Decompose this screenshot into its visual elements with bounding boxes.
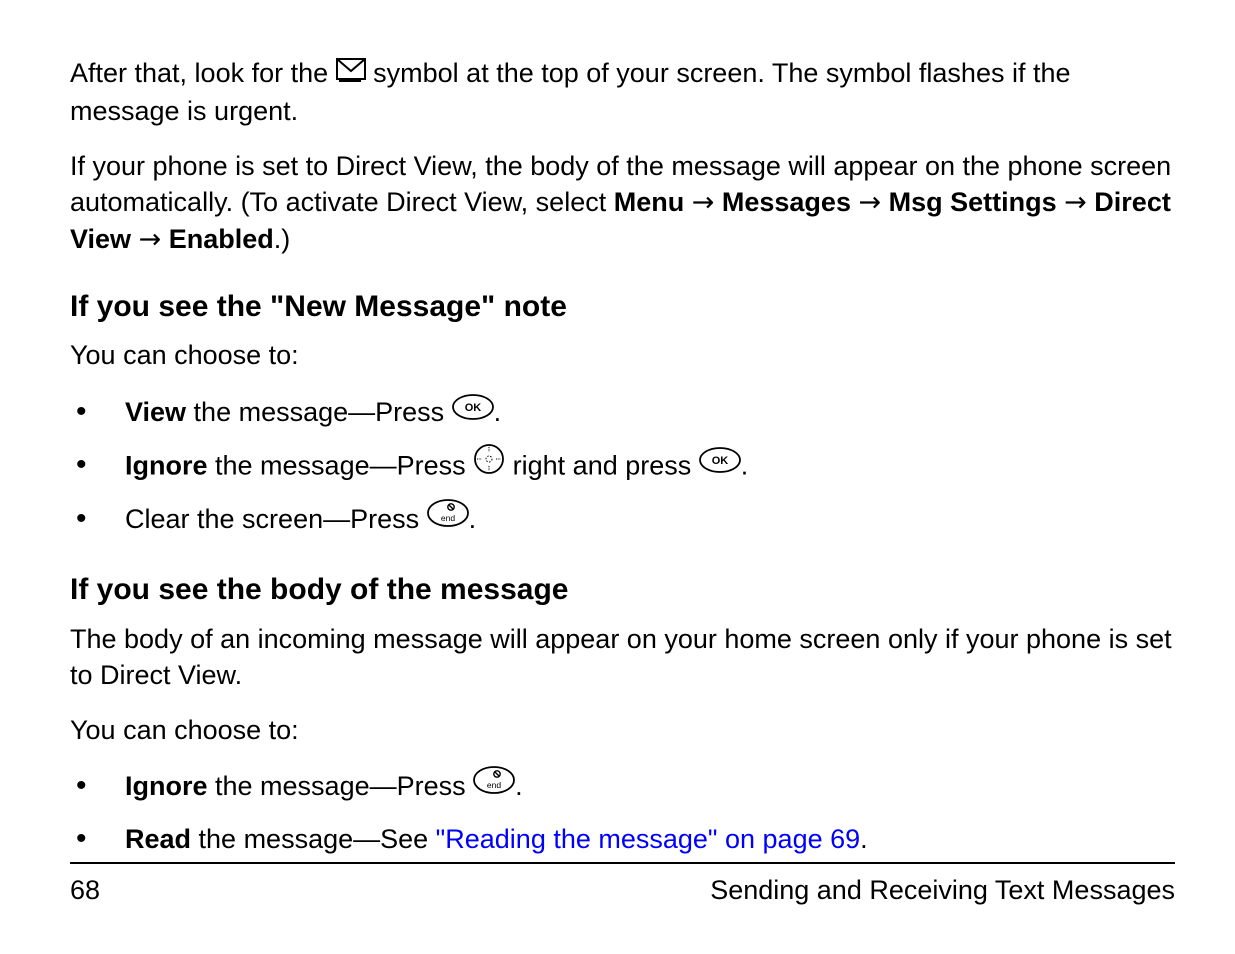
text: the message—Press xyxy=(208,450,474,480)
bullet-clear-screen: Clear the screen—Press end . xyxy=(70,499,1175,542)
svg-text:end: end xyxy=(487,780,501,790)
link-reading-the-message[interactable]: "Reading the message" on page 69 xyxy=(436,824,860,854)
section-title: Sending and Receiving Text Messages xyxy=(710,872,1175,908)
arrow-icon: → xyxy=(1064,185,1087,221)
lead-choose-a: You can choose to: xyxy=(70,337,1175,373)
paragraph-body-direct-view: The body of an incoming message will app… xyxy=(70,621,1175,694)
bullet-list-b: Ignore the message—Press end . Read the … xyxy=(70,766,1175,861)
manual-page: After that, look for the symbol at the t… xyxy=(0,0,1235,954)
paragraph-direct-view: If your phone is set to Direct View, the… xyxy=(70,148,1175,259)
text: the message—Press xyxy=(186,397,452,427)
end-button-icon: end xyxy=(473,765,515,807)
paragraph-symbol-flash: After that, look for the symbol at the t… xyxy=(70,55,1175,130)
text: the message—Press xyxy=(208,771,474,801)
arrow-icon: → xyxy=(858,185,881,221)
text: right and press xyxy=(513,450,699,480)
nav-pad-icon xyxy=(473,443,505,488)
bullet-list-a: View the message—Press OK . Ignore the m… xyxy=(70,392,1175,542)
ok-button-icon: OK xyxy=(699,444,741,486)
heading-body-of-message: If you see the body of the message xyxy=(70,570,1175,611)
text: . xyxy=(515,771,523,801)
envelope-icon xyxy=(336,55,366,91)
menu-path-messages: Messages xyxy=(722,187,851,217)
bullet-read-body: Read the message—See "Reading the messag… xyxy=(70,819,1175,861)
action-ignore: Ignore xyxy=(125,771,208,801)
svg-text:OK: OK xyxy=(464,402,481,414)
arrow-icon: → xyxy=(139,222,162,258)
end-button-icon: end xyxy=(427,498,469,540)
text: . xyxy=(494,397,502,427)
text: . xyxy=(469,504,477,534)
menu-path-msg-settings: Msg Settings xyxy=(889,187,1057,217)
svg-text:OK: OK xyxy=(712,455,729,467)
text: Clear the screen—Press xyxy=(125,504,427,534)
menu-path-menu: Menu xyxy=(614,187,685,217)
svg-text:end: end xyxy=(441,513,455,523)
text: .) xyxy=(274,224,291,254)
ok-button-icon: OK xyxy=(452,391,494,433)
lead-choose-b: You can choose to: xyxy=(70,712,1175,748)
arrow-icon: → xyxy=(692,185,715,221)
text: the message—See xyxy=(191,824,436,854)
text: . xyxy=(741,450,749,480)
action-ignore: Ignore xyxy=(125,450,208,480)
menu-path-enabled: Enabled xyxy=(169,224,274,254)
page-number: 68 xyxy=(70,872,100,908)
page-footer: 68 Sending and Receiving Text Messages xyxy=(70,862,1175,908)
text: . xyxy=(860,824,868,854)
heading-new-message-note: If you see the "New Message" note xyxy=(70,287,1175,328)
bullet-view-message: View the message—Press OK . xyxy=(70,392,1175,435)
bullet-ignore-message: Ignore the message—Press right and press… xyxy=(70,445,1175,490)
bullet-ignore-body: Ignore the message—Press end . xyxy=(70,766,1175,809)
action-view: View xyxy=(125,397,186,427)
text: After that, look for the xyxy=(70,58,336,88)
action-read: Read xyxy=(125,824,191,854)
